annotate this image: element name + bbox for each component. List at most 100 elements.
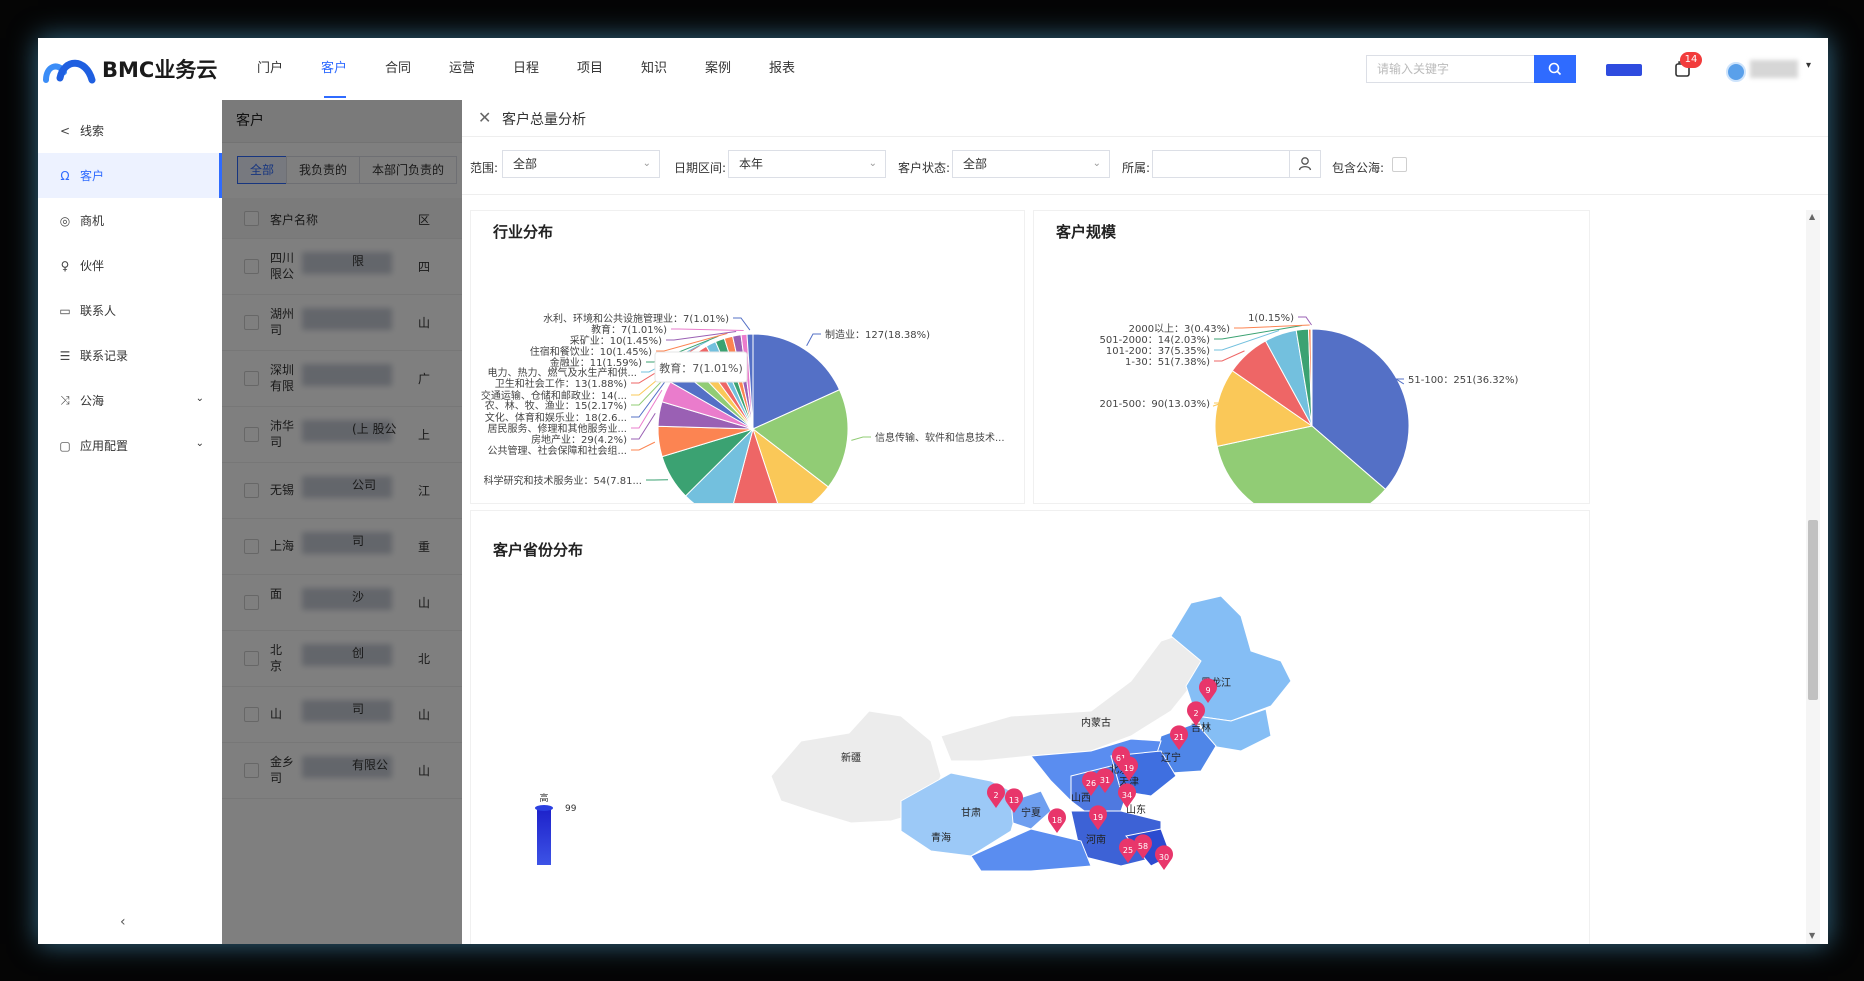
owner-picker-button[interactable]	[1289, 150, 1321, 178]
user-icon	[1298, 157, 1312, 171]
tooltip-text: 教育：7(1.01%)	[659, 361, 743, 375]
nav-item-7[interactable]: 案例	[686, 38, 750, 100]
nav-item-2[interactable]: 合同	[366, 38, 430, 100]
close-icon[interactable]: ✕	[478, 108, 491, 127]
sidebar: < 线索 Ω 客户 ◎ 商机 ♀ 伙伴 ▭ 联系人 ☰ 联系记录 ⤨ 公海 ⌄ ▢ 应用配置 ⌄ ‹	[38, 100, 223, 944]
label-leader-line	[733, 317, 751, 331]
pin-label: 30	[1159, 853, 1169, 862]
province-label: 青海	[931, 831, 951, 844]
slice-label: 交通运输、仓储和邮政业：14(...	[481, 389, 627, 402]
nav-item-8[interactable]: 报表	[750, 38, 814, 100]
pin-label: 18	[1052, 816, 1062, 825]
customer-analysis-panel: ✕ 客户总量分析 范围: 全部 ⌄ 日期区间: 本年 ⌄ 客户状态: 全部 ⌄ 所属:…	[462, 100, 1828, 944]
brand-logo[interactable]: BMC业务云	[42, 54, 217, 84]
visual-map-handle[interactable]	[535, 805, 553, 811]
include-sea-label: 包含公海:	[1332, 161, 1385, 175]
visual-map-bar[interactable]	[537, 807, 551, 865]
sidebar-item-6[interactable]: ⤨ 公海 ⌄	[38, 378, 222, 423]
id-card-icon: ▭	[59, 303, 71, 318]
province-label: 山西	[1071, 792, 1091, 804]
sidebar-item-4[interactable]: ▭ 联系人	[38, 288, 222, 333]
main-nav: 门户 客户 合同 运营 日程 项目 知识 案例 报表	[238, 38, 814, 100]
slice-label: 制造业：127(18.38%)	[825, 328, 930, 341]
chevron-down-icon: ⌄	[642, 158, 651, 169]
scope-select[interactable]: 全部 ⌄	[502, 150, 660, 178]
sidebar-item-label: 联系人	[80, 304, 117, 318]
action-pill[interactable]	[1606, 64, 1642, 76]
pin-label: 19	[1093, 813, 1103, 822]
province-label: 河南	[1086, 833, 1106, 846]
cloud-logo-icon	[43, 59, 96, 84]
pin-label: 2	[1193, 709, 1198, 718]
pin-label: 19	[1124, 764, 1134, 773]
top-bar: BMC业务云 门户 客户 合同 运营 日程 项目 知识 案例 报表 请输入关键字 14 ▾	[38, 38, 1828, 101]
search-button[interactable]	[1534, 55, 1576, 83]
sidebar-item-3[interactable]: ♀ 伙伴	[38, 243, 222, 288]
avatar[interactable]	[1726, 62, 1746, 82]
search-icon	[1548, 62, 1562, 76]
panel-title: 客户总量分析	[502, 112, 586, 128]
sidebar-item-7[interactable]: ▢ 应用配置 ⌄	[38, 423, 222, 468]
sidebar-item-label: 联系记录	[80, 349, 129, 363]
folder-icon: ▢	[59, 438, 71, 453]
collapse-sidebar-icon[interactable]: ‹	[120, 914, 126, 930]
status-select[interactable]: 全部 ⌄	[952, 150, 1110, 178]
include-sea-checkbox[interactable]	[1392, 157, 1407, 172]
pin-label: 31	[1100, 776, 1110, 785]
nav-item-5[interactable]: 项目	[558, 38, 622, 100]
scope-value: 全部	[513, 157, 538, 171]
chevron-down-icon[interactable]: ▾	[1806, 60, 1811, 71]
province-label: 新疆	[841, 751, 861, 764]
sidebar-item-0[interactable]: < 线索	[38, 108, 222, 153]
status-value: 全部	[963, 157, 988, 171]
status-label: 客户状态:	[898, 161, 951, 175]
list-icon: ☰	[59, 348, 71, 363]
nav-item-6[interactable]: 知识	[622, 38, 686, 100]
slice-label: 201-500：90(13.03%)	[1100, 399, 1211, 410]
date-range-select[interactable]: 本年 ⌄	[728, 150, 886, 178]
slice-label: 1(0.15%)	[1248, 313, 1294, 324]
industry-pie-chart[interactable]: 制造业：127(18.38%)信息传输、软件和信息技术...批发和零售业：66(…	[471, 211, 1024, 503]
shuffle-icon: ⤨	[60, 393, 70, 407]
chevron-down-icon: ⌄	[1092, 158, 1101, 169]
scroll-down-icon[interactable]: ▼	[1809, 931, 1815, 940]
coin-icon: ◎	[59, 213, 71, 228]
nav-item-4[interactable]: 日程	[494, 38, 558, 100]
pin-label: 21	[1174, 733, 1184, 742]
user-name-redacted[interactable]	[1750, 60, 1798, 78]
sidebar-item-1[interactable]: Ω 客户	[38, 153, 222, 198]
sidebar-item-label: 线索	[80, 124, 105, 138]
share-icon: <	[59, 123, 71, 138]
sidebar-item-2[interactable]: ◎ 商机	[38, 198, 222, 243]
sidebar-item-label: 商机	[80, 214, 105, 228]
search-input[interactable]: 请输入关键字	[1366, 55, 1534, 83]
label-leader-line	[851, 436, 871, 441]
scroll-up-icon[interactable]: ▲	[1809, 212, 1815, 221]
slice-label: 信息传输、软件和信息技术...	[875, 431, 1005, 444]
scale-pie-chart[interactable]: 51-100：251(36.32%)31-50：244(35.31%)201-5…	[1034, 211, 1589, 503]
owner-input[interactable]	[1152, 150, 1290, 178]
date-value: 本年	[739, 157, 764, 171]
slice-label: 科学研究和技术服务业：54(7.81...	[484, 474, 642, 487]
sidebar-item-label: 应用配置	[80, 439, 129, 453]
china-province-map[interactable]: 新疆内蒙古黑龙江吉林辽宁甘肃青海宁夏山西山东河南北京天津922161192631…	[471, 511, 1589, 944]
brand-name: BMC业务云	[102, 58, 218, 82]
label-leader-line	[1214, 350, 1245, 362]
pin-label: 34	[1122, 791, 1132, 800]
slice-label: 101-200：37(5.35%)	[1106, 346, 1210, 357]
label-leader-line	[631, 441, 656, 451]
sidebar-item-5[interactable]: ☰ 联系记录	[38, 333, 222, 378]
scrollbar-thumb[interactable]	[1808, 520, 1818, 700]
nav-item-3[interactable]: 运营	[430, 38, 494, 100]
nav-item-0[interactable]: 门户	[238, 38, 302, 100]
panel-scrollbar[interactable]: ▲ ▼	[1806, 210, 1820, 944]
legend-value: 99	[565, 804, 577, 814]
date-label: 日期区间:	[674, 161, 727, 175]
nav-item-1[interactable]: 客户	[302, 38, 366, 100]
label-leader-line	[806, 333, 821, 347]
filter-bar: 范围: 全部 ⌄ 日期区间: 本年 ⌄ 客户状态: 全部 ⌄ 所属: 包含公海:	[462, 136, 1828, 195]
modal-overlay[interactable]	[222, 100, 462, 944]
pin-label: 2	[993, 791, 998, 800]
label-leader-line	[671, 328, 744, 331]
sidebar-item-label: 客户	[80, 169, 105, 183]
